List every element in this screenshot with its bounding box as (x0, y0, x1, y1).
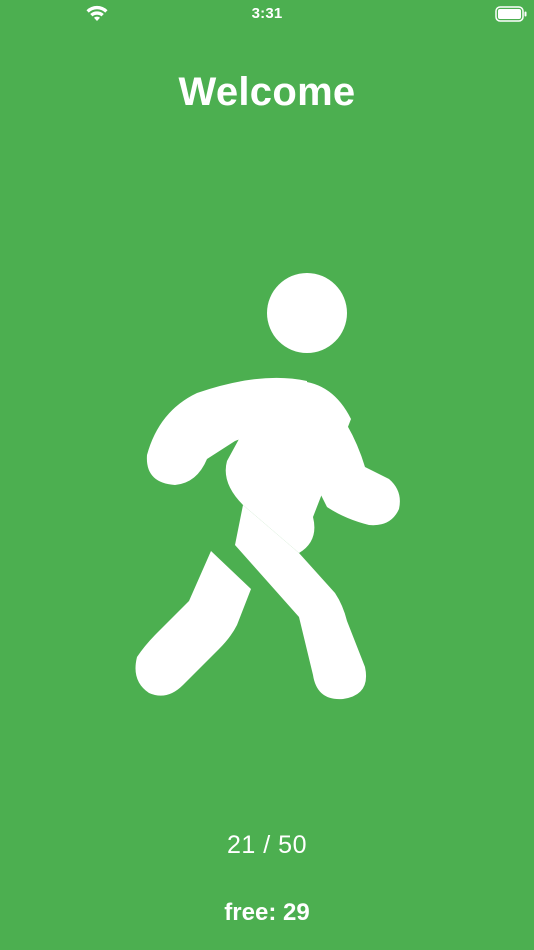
status-time: 3:31 (251, 5, 283, 22)
status-bar: 3:31 (0, 0, 534, 28)
battery-full-icon (495, 6, 527, 22)
step-counter: 21 / 50 (227, 831, 307, 859)
free-counter: free: 29 (224, 899, 310, 926)
page-title: Welcome (178, 70, 356, 114)
walking-person-icon (135, 273, 400, 700)
